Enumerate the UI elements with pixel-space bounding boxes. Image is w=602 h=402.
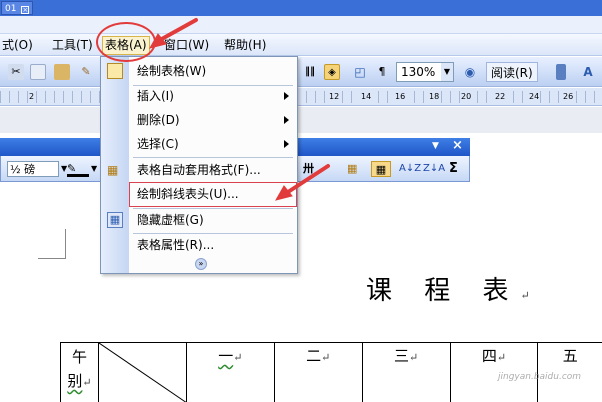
expand-menu-icon[interactable]: » — [195, 258, 207, 270]
menu-item-hide-gridlines[interactable]: ▦ 隐藏虚框(G) — [101, 208, 297, 232]
doc-map-icon[interactable]: ◰ — [352, 64, 368, 80]
cell-text: 别 — [67, 372, 83, 390]
read-button-label: 阅读(R) — [491, 66, 533, 80]
line-weight-select[interactable]: ½ 磅 — [7, 161, 59, 177]
menu-item-label: 表格自动套用格式(F)... — [137, 163, 261, 177]
menu-item-label: 插入(I) — [137, 89, 174, 103]
ruler-mark: 20 — [460, 91, 473, 103]
annotation-circle — [96, 22, 156, 62]
chevron-down-icon[interactable]: ▼ — [441, 63, 453, 81]
menu-item-draw-table[interactable]: 绘制表格(W) — [101, 59, 297, 83]
cell-text: 五 — [562, 347, 578, 365]
cell-text: 一 — [218, 347, 234, 365]
zoom-select[interactable]: 130% ▼ — [396, 62, 454, 82]
chevron-right-icon — [284, 116, 289, 124]
cell-text: 午 — [71, 348, 87, 366]
diagonal-header-cell[interactable] — [97, 342, 187, 402]
menu-item-insert[interactable]: 插入(I) — [101, 84, 297, 108]
table-cell[interactable]: 一↵ — [185, 342, 275, 402]
heading-text: 课 程 表 — [366, 276, 521, 306]
zoom-value: 130% — [401, 65, 436, 79]
border-color-icon[interactable]: ✎ — [67, 161, 89, 177]
read-button[interactable]: 阅读(R) — [486, 62, 538, 82]
gridlines-icon: ▦ — [107, 212, 123, 228]
highlight-box — [129, 182, 297, 207]
toolbar-menu-icon[interactable]: ▼ — [432, 141, 439, 151]
ruler-mark: 12 — [328, 91, 341, 103]
thumbnail-icon[interactable]: ¶ — [374, 64, 390, 80]
line-weight-value: ½ 磅 — [10, 163, 36, 176]
paragraph-mark: ↵ — [496, 351, 507, 364]
ruler-mark: 24 — [528, 91, 541, 103]
autoformat-icon[interactable]: ▦ — [347, 161, 365, 177]
ruler-mark: 14 — [360, 91, 373, 103]
toolbar-options-icon[interactable] — [556, 64, 566, 80]
menu-item-label: 绘制表格(W) — [137, 64, 207, 78]
distribute-columns-icon[interactable]: 卅 — [303, 161, 321, 177]
sort-ascending-icon[interactable]: A↓Z — [399, 161, 421, 177]
columns-icon[interactable]: ‖‖ — [302, 64, 318, 80]
table-cell[interactable]: 三↵ — [361, 342, 451, 402]
menu-help[interactable]: 帮助(H) — [222, 37, 268, 53]
page-title: 课 程 表↵ — [366, 270, 530, 307]
ruler-mark: 22 — [494, 91, 507, 103]
margin-marker — [38, 229, 66, 259]
close-icon[interactable]: × — [452, 138, 463, 153]
copy-icon[interactable] — [30, 64, 46, 80]
menu-item-label: 删除(D) — [137, 113, 180, 127]
ruler-mark: 2 — [28, 91, 36, 103]
ruler-mark: 16 — [394, 91, 407, 103]
document-tab[interactable]: 01 × — [1, 1, 34, 15]
horizontal-ruler[interactable]: 2 12 14 16 18 20 22 24 26 — [0, 88, 602, 106]
close-icon[interactable]: × — [21, 6, 30, 14]
paragraph-mark: ↵ — [321, 351, 331, 364]
menu-item-table-properties[interactable]: 表格属性(R)... — [101, 233, 297, 257]
paragraph-mark: ↵ — [82, 376, 92, 389]
font-size-icon[interactable]: A — [580, 64, 596, 80]
draw-table-icon — [107, 63, 123, 79]
paragraph-mark: ↵ — [520, 289, 530, 302]
paragraph-mark: ↵ — [233, 351, 243, 364]
paragraph-mark: ↵ — [409, 351, 419, 364]
menu-format[interactable]: 式(O) — [0, 37, 35, 53]
gridlines-icon[interactable]: ▦ — [371, 161, 391, 177]
drawing-icon[interactable]: ◈ — [324, 64, 340, 80]
menu-item-label: 表格属性(R)... — [137, 238, 215, 252]
window-titlebar: 01 × — [0, 0, 602, 16]
cut-icon[interactable]: ✂ — [8, 64, 24, 80]
menu-tools[interactable]: 工具(T) — [50, 37, 95, 53]
menu-item-label: 隐藏虚框(G) — [137, 213, 204, 227]
diagonal-line — [99, 343, 186, 402]
table-menu: 绘制表格(W) 插入(I) 删除(D) 选择(C) ▦ 表格自动套用格式(F).… — [100, 56, 298, 274]
autoformat-icon: ▦ — [107, 163, 119, 177]
table-cell[interactable]: 午 别↵ — [60, 342, 99, 402]
ruler-mark: 26 — [562, 91, 575, 103]
document-tab-label: 01 — [5, 4, 17, 14]
menu-bar: 式(O) 工具(T) 表格(A) 窗口(W) 帮助(H) — [0, 34, 602, 56]
cell-text: 三 — [394, 347, 410, 365]
chevron-right-icon — [284, 92, 289, 100]
menu-item-delete[interactable]: 删除(D) — [101, 108, 297, 132]
standard-toolbar: ✂ ✎ ‖‖ ◈ ◰ ¶ 130% ▼ ◉ 阅读(R) A — [0, 57, 602, 87]
cell-text: 二 — [306, 347, 322, 365]
ruler-scale — [0, 91, 602, 103]
page-gap — [0, 107, 602, 133]
ruler-mark: 18 — [428, 91, 441, 103]
help-icon[interactable]: ◉ — [462, 64, 478, 80]
title-band — [0, 16, 602, 34]
table-cell[interactable]: 二↵ — [273, 342, 363, 402]
menu-window[interactable]: 窗口(W) — [162, 37, 211, 53]
menu-item-autoformat[interactable]: ▦ 表格自动套用格式(F)... — [101, 158, 297, 182]
cell-text: 四 — [481, 347, 497, 365]
sort-descending-icon[interactable]: Z↓A — [423, 161, 445, 177]
menu-item-select[interactable]: 选择(C) — [101, 132, 297, 156]
chevron-right-icon — [284, 140, 289, 148]
autosum-icon[interactable]: Σ — [449, 161, 463, 177]
paste-icon[interactable] — [54, 64, 70, 80]
format-painter-icon[interactable]: ✎ — [78, 64, 94, 80]
menu-item-label: 选择(C) — [137, 137, 179, 151]
watermark: jingyan.baidu.com — [498, 372, 582, 382]
